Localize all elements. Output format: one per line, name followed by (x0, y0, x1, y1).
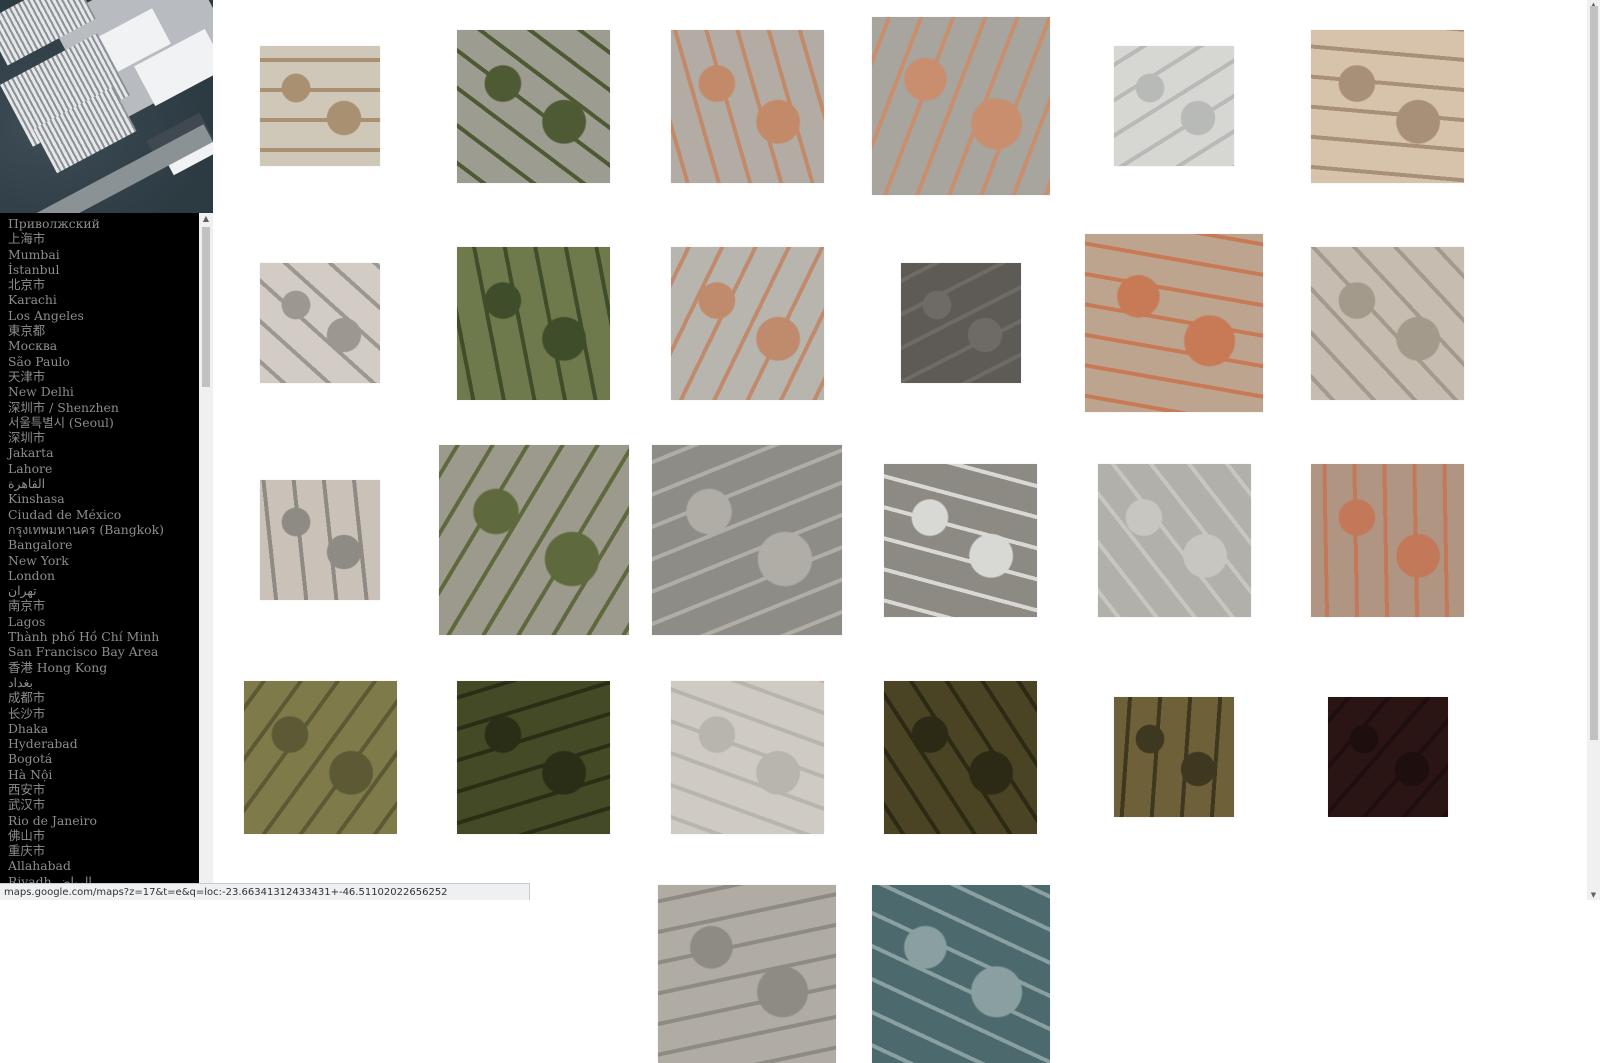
city-list-item[interactable]: Hà Nội (8, 767, 199, 782)
city-list-item[interactable]: 深圳市 / Shenzhen (8, 400, 199, 415)
satellite-tile[interactable] (884, 463, 1037, 617)
city-list-item[interactable]: Los Angeles (8, 308, 199, 323)
city-list-item[interactable]: Karachi (8, 292, 199, 307)
city-list-item[interactable]: 武汉市 (8, 797, 199, 812)
satellite-tile[interactable] (243, 680, 397, 834)
city-list-item[interactable]: Dhaka (8, 721, 199, 736)
city-list-item[interactable]: Kinshasa (8, 491, 199, 506)
city-list-item[interactable]: 香港 Hong Kong (8, 660, 199, 675)
city-list-item[interactable]: San Francisco Bay Area (8, 644, 199, 659)
city-list-item[interactable]: Mumbai (8, 247, 199, 262)
satellite-tile[interactable] (871, 17, 1050, 195)
satellite-tile[interactable] (884, 680, 1037, 834)
satellite-tile[interactable] (871, 885, 1050, 1063)
satellite-tile[interactable] (1327, 697, 1448, 817)
satellite-tile[interactable] (457, 29, 610, 183)
satellite-tile[interactable] (652, 445, 842, 635)
city-list-item[interactable]: 北京市 (8, 277, 199, 292)
city-list-item[interactable]: 成都市 (8, 690, 199, 705)
satellite-tile[interactable] (1311, 463, 1464, 617)
city-list-item[interactable]: Thành phố Hồ Chí Minh (8, 629, 199, 644)
scroll-down-arrow-icon[interactable]: ▼ (1587, 890, 1600, 900)
city-list-item[interactable]: Bangalore (8, 537, 199, 552)
city-list-item[interactable]: Lagos (8, 614, 199, 629)
city-list-item[interactable]: 长沙市 (8, 706, 199, 721)
city-list-item[interactable]: London (8, 568, 199, 583)
satellite-tile[interactable] (1114, 46, 1234, 166)
satellite-tile[interactable] (1311, 29, 1464, 183)
city-list-item[interactable]: Jakarta (8, 445, 199, 460)
city-list-item[interactable]: New York (8, 553, 199, 568)
satellite-tile[interactable] (1311, 246, 1464, 400)
city-list-item[interactable]: Rio de Janeiro (8, 813, 199, 828)
satellite-tile[interactable] (1114, 697, 1234, 817)
link-status-bar: maps.google.com/maps?z=17&t=e&q=loc:-23.… (0, 883, 530, 900)
satellite-tile[interactable] (670, 680, 824, 834)
satellite-tile[interactable] (670, 246, 824, 400)
city-list-item[interactable]: São Paulo (8, 354, 199, 369)
satellite-tile[interactable] (457, 246, 610, 400)
city-list-item[interactable]: Hyderabad (8, 736, 199, 751)
satellite-tile-grid (213, 0, 1587, 1063)
city-list-item[interactable]: 서울특별시 (Seoul) (8, 415, 199, 430)
city-list-item[interactable]: 西安市 (8, 782, 199, 797)
satellite-tile[interactable] (670, 29, 824, 183)
satellite-tile[interactable] (1097, 463, 1251, 617)
city-list-item[interactable]: 東京都 (8, 323, 199, 338)
page-scrollbar[interactable]: ▲ ▼ (1587, 0, 1600, 900)
city-list-item[interactable]: Москва (8, 338, 199, 353)
city-list-item[interactable]: 深圳市 (8, 430, 199, 445)
satellite-tile[interactable] (260, 263, 380, 383)
city-list-item[interactable]: กรุงเทพมหานคร (Bangkok) (8, 522, 199, 537)
scroll-up-arrow-icon[interactable]: ▲ (199, 213, 213, 225)
satellite-tile[interactable] (260, 46, 380, 166)
page-scrollbar-thumb[interactable] (1590, 6, 1598, 740)
city-list-item[interactable]: 南京市 (8, 598, 199, 613)
satellite-tile[interactable] (1085, 234, 1263, 412)
city-list-item[interactable]: 重庆市 (8, 843, 199, 858)
city-list-item[interactable]: İstanbul (8, 262, 199, 277)
city-list-item[interactable]: Lahore (8, 461, 199, 476)
city-list-item[interactable]: Allahabad (8, 858, 199, 873)
satellite-tile[interactable] (457, 680, 610, 834)
city-list-item[interactable]: 佛山市 (8, 828, 199, 843)
satellite-tile[interactable] (438, 445, 629, 635)
city-list-item[interactable]: 天津市 (8, 369, 199, 384)
city-list[interactable]: Приволжский 上海市 Mumbai İstanbul 北京市 Karachi Lo… (0, 213, 199, 900)
city-list-item[interactable]: تهران (8, 583, 199, 598)
satellite-overview-image (0, 0, 213, 213)
city-list-scrollbar[interactable]: ▲ (199, 213, 213, 900)
city-list-item[interactable]: Приволжский (8, 216, 199, 231)
satellite-tile[interactable] (658, 885, 836, 1063)
city-list-item[interactable]: New Delhi (8, 384, 199, 399)
satellite-tile[interactable] (260, 480, 380, 600)
city-list-item[interactable]: 上海市 (8, 231, 199, 246)
city-list-scrollbar-thumb[interactable] (202, 227, 210, 387)
city-list-item[interactable]: Bogotá (8, 751, 199, 766)
satellite-tile[interactable] (900, 263, 1021, 383)
city-list-item[interactable]: Ciudad de México (8, 507, 199, 522)
city-list-item[interactable]: القاهرة (8, 476, 199, 491)
city-list-item[interactable]: بغداد (8, 675, 199, 690)
